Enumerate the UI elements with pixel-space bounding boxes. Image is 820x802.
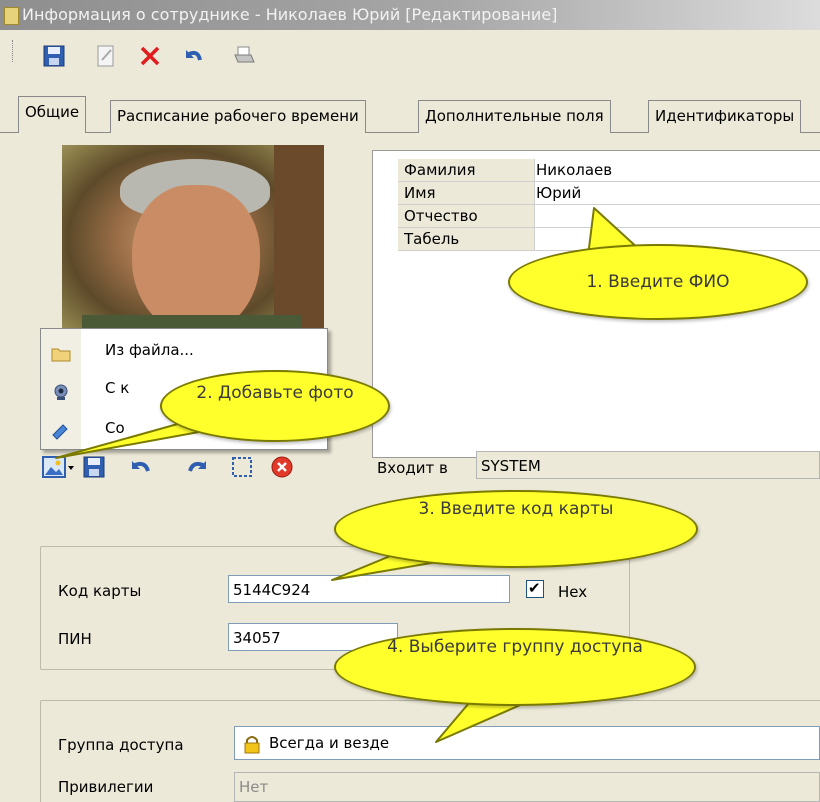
save-icon [83, 456, 105, 478]
undo-button[interactable] [180, 44, 204, 68]
hex-label: Hex [558, 583, 588, 601]
privileges-field[interactable]: Нет [234, 772, 820, 802]
pin-label: ПИН [58, 630, 92, 648]
toolbar-grip[interactable] [12, 40, 16, 62]
tab-general-label: Общие [25, 103, 80, 121]
grid-label: Табель [398, 228, 535, 251]
tab-identifiers-label: Идентификаторы [655, 107, 795, 125]
print-button[interactable] [232, 44, 256, 68]
lock-icon [243, 733, 261, 765]
privileges-label: Привилегии [58, 778, 154, 796]
tab-schedule-label: Расписание рабочего времени [117, 107, 359, 125]
photo-save-button[interactable] [82, 455, 106, 479]
photo-undo-button[interactable] [128, 455, 152, 479]
tab-extra-fields-label: Дополнительные поля [425, 107, 604, 125]
grid-row-firstname[interactable]: Имя Юрий [373, 182, 820, 205]
callout-enter-card-code: 3. Введите код карты [334, 490, 698, 568]
grid-label: Отчество [398, 205, 535, 228]
access-group-label: Группа доступа [58, 736, 184, 754]
undo-icon [186, 50, 202, 61]
menu-item-from-file[interactable]: Из файла... [41, 333, 327, 367]
image-dropdown-button[interactable] [42, 455, 76, 479]
app-icon [4, 7, 19, 25]
edit-icon [97, 45, 114, 67]
clear-icon [271, 456, 293, 478]
lastname-field[interactable]: Николаев [530, 159, 820, 182]
select-icon [232, 457, 252, 477]
edit-button[interactable] [94, 44, 118, 68]
hex-checkbox[interactable]: ✔ [526, 579, 544, 598]
tab-identifiers[interactable]: Идентификаторы [648, 100, 802, 133]
save-button[interactable] [42, 44, 66, 68]
access-group-select[interactable]: Всегда и везде [234, 726, 820, 760]
callout-add-photo: 2. Добавьте фото [160, 370, 390, 442]
image-dropdown-icon [42, 456, 74, 478]
middlename-field[interactable] [530, 205, 820, 228]
employee-window: Информация о сотруднике - Николаев Юрий … [0, 0, 820, 802]
card-code-label: Код карты [58, 582, 142, 600]
delete-icon [140, 46, 160, 66]
save-icon [43, 45, 65, 67]
callout-select-access-group: 4. Выберите группу доступа [334, 628, 696, 706]
title-bar[interactable]: Информация о сотруднике - Николаев Юрий … [0, 0, 820, 30]
tab-schedule[interactable]: Расписание рабочего времени [110, 100, 366, 133]
save-as-icon [51, 419, 71, 440]
firstname-field[interactable]: Юрий [530, 182, 820, 205]
grid-label: Имя [398, 182, 535, 205]
undo-icon [132, 461, 150, 472]
window-title: Информация о сотруднике - Николаев Юрий … [22, 5, 558, 24]
member-of-field[interactable]: SYSTEM [476, 451, 820, 479]
folder-icon [51, 341, 71, 362]
webcam-icon [51, 379, 71, 400]
grid-row-lastname[interactable]: Фамилия Николаев [373, 159, 820, 182]
menu-item-label: Из файла... [105, 341, 194, 359]
checkmark-icon: ✔ [528, 579, 541, 597]
tab-general[interactable]: Общие [18, 96, 87, 133]
grid-label: Фамилия [398, 159, 535, 182]
card-code-input[interactable]: 5144C924 [228, 575, 510, 603]
employee-photo [62, 145, 324, 355]
menu-item-label: С к [105, 379, 130, 397]
tab-extra-fields[interactable]: Дополнительные поля [418, 100, 611, 133]
redo-icon [188, 461, 206, 472]
photo-redo-button[interactable] [186, 455, 210, 479]
grid-row-middlename[interactable]: Отчество [373, 205, 820, 228]
photo-clear-button[interactable] [270, 455, 294, 479]
access-group-value: Всегда и везде [269, 734, 390, 752]
photo-select-button[interactable] [230, 455, 254, 479]
delete-button[interactable] [138, 44, 162, 68]
member-of-label: Входит в [377, 459, 448, 477]
print-icon [234, 46, 255, 63]
menu-item-label: Со [105, 419, 125, 437]
callout-enter-name: 1. Введите ФИО [508, 244, 808, 320]
